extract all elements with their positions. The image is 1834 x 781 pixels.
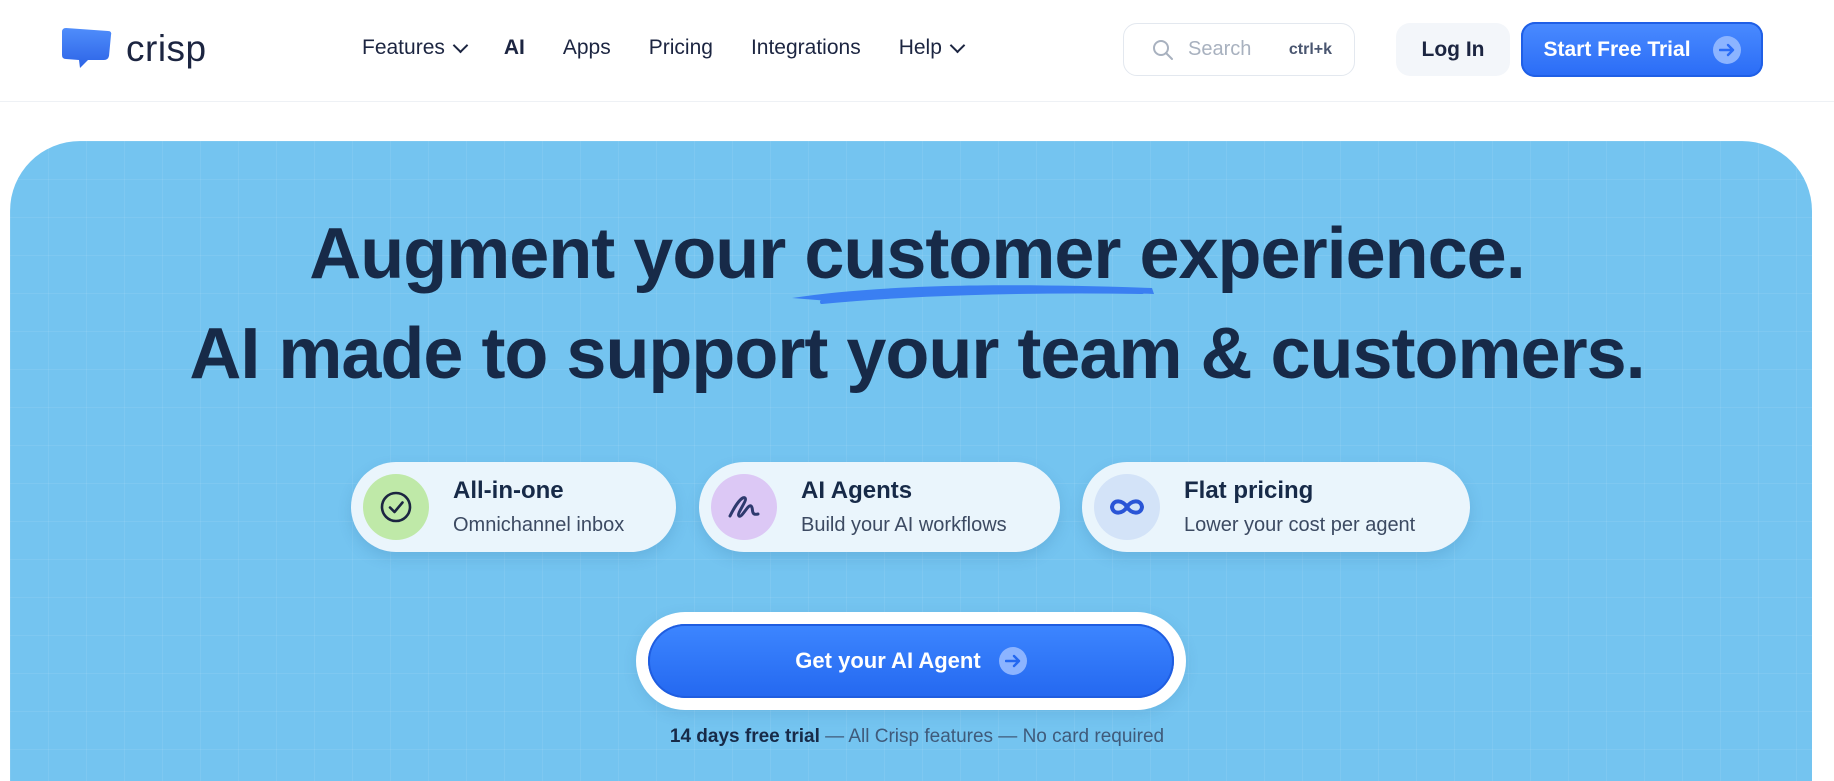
nav-item-label: Pricing <box>648 36 713 59</box>
brand-name: crisp <box>126 27 207 69</box>
nav-item-pricing[interactable]: Pricing <box>649 36 713 60</box>
feature-text: All-in-one Omnichannel inbox <box>453 477 624 538</box>
nav-item-apps[interactable]: Apps <box>563 36 611 60</box>
arrow-right-icon <box>998 647 1027 675</box>
nav-item-label: Apps <box>562 36 611 59</box>
hero-headline-line-2: AI made to support your team & customers… <box>189 314 1645 394</box>
chat-bubble-logo-icon <box>62 28 112 68</box>
feature-text: Flat pricing Lower your cost per agent <box>1184 477 1415 538</box>
start-free-trial-label: Start Free Trial <box>1543 37 1691 61</box>
cta-wrapper: Get your AI Agent <box>636 612 1186 710</box>
feature-subtitle: Lower your cost per agent <box>1184 514 1416 537</box>
trial-duration-text: 14 days free trial <box>669 726 820 747</box>
feature-title: All-in-one <box>453 476 564 504</box>
trial-details-text: — All Crisp features — No card required <box>819 726 1165 747</box>
feature-text: AI Agents Build your AI workflows <box>801 477 1007 538</box>
log-in-label: Log In <box>1421 37 1485 61</box>
main-nav: Features AI Apps Pricing Integrations He… <box>362 36 1001 60</box>
hero-headline-line-1: Augment your customer experience. <box>0 218 1834 304</box>
feature-subtitle: Build your AI workflows <box>801 514 1007 537</box>
cta-label: Get your AI Agent <box>795 648 981 673</box>
nav-item-label: AI <box>503 36 525 59</box>
arrow-right-icon <box>1712 35 1741 64</box>
nav-item-integrations[interactable]: Integrations <box>751 36 861 60</box>
search-icon <box>1153 39 1173 60</box>
headline-text: experience. <box>1139 214 1525 294</box>
chevron-down-icon <box>949 37 966 53</box>
top-header: crisp Features AI Apps Pricing Integrati… <box>0 0 1834 102</box>
feature-subtitle: Omnichannel inbox <box>453 514 625 537</box>
infinity-icon <box>1094 474 1160 540</box>
nav-item-ai[interactable]: AI <box>504 36 525 60</box>
feature-pill-all-in-one: All-in-one Omnichannel inbox <box>351 462 676 552</box>
nav-item-features[interactable]: Features <box>362 36 469 60</box>
keyboard-shortcut-hint: ctrl+k <box>1288 40 1332 58</box>
feature-pill-flat-pricing: Flat pricing Lower your cost per agent <box>1082 462 1470 552</box>
nav-item-label: Help <box>898 36 942 59</box>
search-input[interactable]: Search ctrl+k <box>1123 23 1355 76</box>
chevron-down-icon <box>452 37 469 53</box>
get-ai-agent-button[interactable]: Get your AI Agent <box>648 624 1174 698</box>
feature-pill-ai-agents: AI Agents Build your AI workflows <box>699 462 1060 552</box>
scribble-icon <box>711 474 777 540</box>
brush-underline-icon <box>792 285 1155 304</box>
check-circle-icon <box>363 474 429 540</box>
feature-title: AI Agents <box>801 476 913 504</box>
headline-text: Augment your <box>309 214 786 294</box>
nav-item-help[interactable]: Help <box>898 36 966 60</box>
start-free-trial-button[interactable]: Start Free Trial <box>1521 22 1763 77</box>
search-placeholder: Search <box>1188 38 1252 60</box>
nav-item-label: Integrations <box>750 36 861 59</box>
log-in-button[interactable]: Log In <box>1396 23 1510 76</box>
trial-footnote: 14 days free trial — All Crisp features … <box>0 726 1834 748</box>
highlighted-word: customer <box>792 218 1155 304</box>
feature-title: Flat pricing <box>1184 476 1314 504</box>
nav-item-label: Features <box>362 36 445 59</box>
crisp-logo[interactable]: crisp <box>58 26 207 70</box>
